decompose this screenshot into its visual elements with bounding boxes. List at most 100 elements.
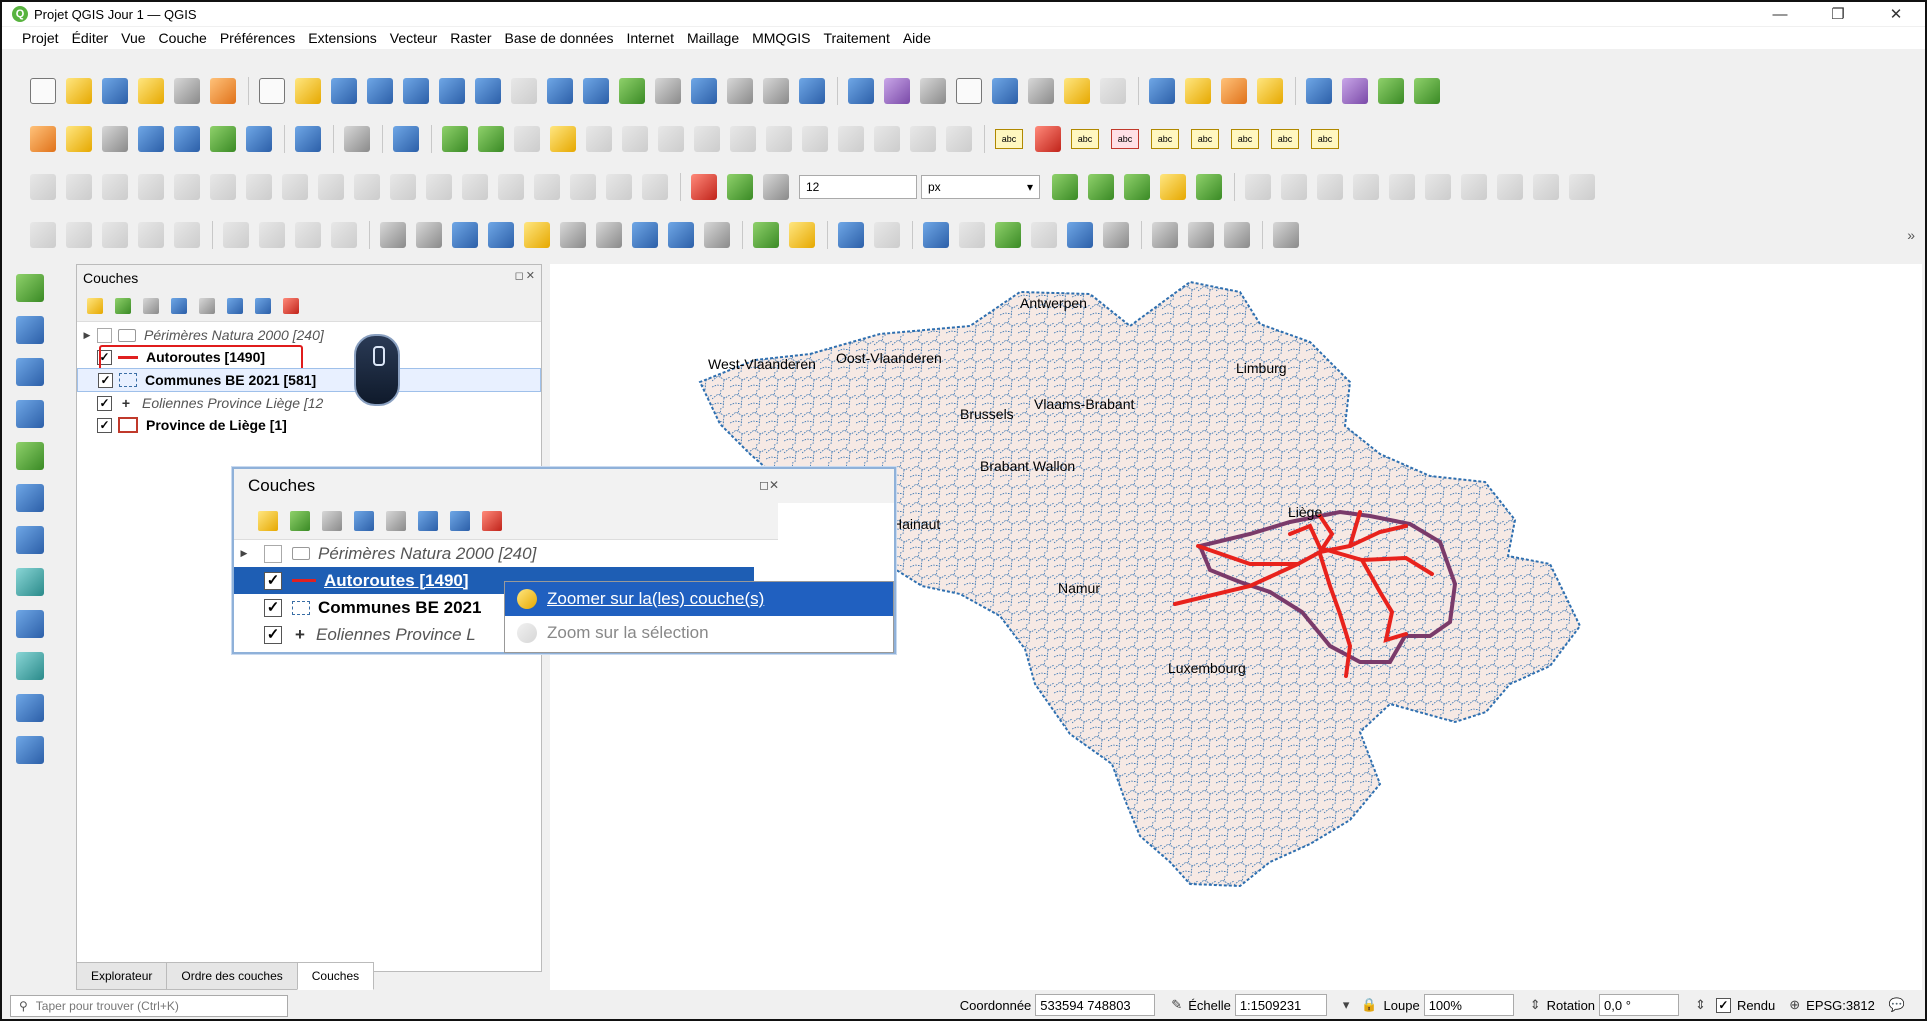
- layer-visibility-checkbox[interactable]: ✓: [97, 417, 112, 433]
- delete-ring-icon[interactable]: [246, 174, 272, 200]
- rotate-label-icon[interactable]: abc: [1271, 129, 1299, 149]
- messages-icon[interactable]: 💬: [1889, 997, 1905, 1013]
- crosshair-icon[interactable]: [874, 222, 900, 248]
- rotation-spinbox[interactable]: 0,0 °: [1599, 994, 1680, 1016]
- avoid-overlap-icon[interactable]: [1124, 174, 1150, 200]
- temporal-controller-icon[interactable]: [763, 78, 789, 104]
- open-layer-styling-icon[interactable]: [87, 298, 103, 314]
- mesh-icon[interactable]: [1461, 174, 1487, 200]
- redo-icon[interactable]: [946, 126, 972, 152]
- python-console-icon[interactable]: [1306, 78, 1332, 104]
- new-temporary-layer-icon[interactable]: [174, 126, 200, 152]
- screenshot-icon[interactable]: [1152, 222, 1178, 248]
- new-virtual-layer-icon[interactable]: [210, 126, 236, 152]
- add-part-icon[interactable]: [174, 174, 200, 200]
- ellipse-icon[interactable]: [1389, 174, 1415, 200]
- menu-vue[interactable]: Vue: [121, 30, 145, 46]
- advanced-digitizing-icon[interactable]: [30, 174, 56, 200]
- menu-item-zoom-to-layers[interactable]: Zoomer sur la(les) couche(s): [505, 582, 893, 616]
- close-button[interactable]: ✕: [1867, 2, 1925, 26]
- locator-search-input[interactable]: ⚲ Taper pour trouver (Ctrl+K): [10, 995, 288, 1017]
- label-tool-icon[interactable]: abc: [995, 129, 1023, 149]
- heatmap-icon[interactable]: [789, 222, 815, 248]
- html-annotation-icon[interactable]: [1569, 174, 1595, 200]
- simplify-feature-icon[interactable]: [102, 174, 128, 200]
- pan-hand-icon[interactable]: [259, 78, 285, 104]
- vertex-editor-icon[interactable]: [1497, 174, 1523, 200]
- save-project-icon[interactable]: [102, 78, 128, 104]
- panel-float-close-icon[interactable]: ◻✕: [515, 269, 537, 282]
- layer-row-communes[interactable]: ✓ Communes BE 2021 [581]: [77, 368, 541, 392]
- tab-explorateur[interactable]: Explorateur: [76, 962, 168, 990]
- vertex-tool-icon[interactable]: [694, 126, 720, 152]
- spinner-arrows-icon[interactable]: ⇕: [1695, 997, 1706, 1013]
- minimize-button[interactable]: —: [1751, 2, 1809, 26]
- layer-visibility-checkbox[interactable]: [97, 327, 112, 343]
- menu-internet[interactable]: Internet: [626, 30, 673, 46]
- digitize-shape-icon[interactable]: [658, 126, 684, 152]
- trim-extend-icon[interactable]: [642, 174, 668, 200]
- snapping-type-icon[interactable]: [763, 174, 789, 200]
- zoom-next-icon[interactable]: [583, 78, 609, 104]
- new-print-layout-icon[interactable]: [138, 78, 164, 104]
- add-marker-annotation-icon[interactable]: [524, 222, 550, 248]
- zoom-out-icon[interactable]: [367, 78, 393, 104]
- open-project-icon[interactable]: [66, 78, 92, 104]
- zoom-in-icon[interactable]: [331, 78, 357, 104]
- swap-arrows-icon[interactable]: [1224, 222, 1250, 248]
- open-field-calculator-icon[interactable]: [992, 78, 1018, 104]
- rotate-point-symbols-icon[interactable]: [534, 174, 560, 200]
- add-vector-layer-icon[interactable]: [246, 126, 272, 152]
- georeferencer-link-icon[interactable]: [1031, 222, 1057, 248]
- zoom-last-icon[interactable]: [547, 78, 573, 104]
- add-polygon-annotation-icon[interactable]: [452, 222, 478, 248]
- filter-legend-icon[interactable]: [171, 298, 187, 314]
- zoom-georeferencer-icon[interactable]: [753, 222, 779, 248]
- paste-features-icon[interactable]: [874, 126, 900, 152]
- new-3d-view-icon[interactable]: [655, 78, 681, 104]
- magnifier-spinbox[interactable]: 100%: [1423, 994, 1514, 1016]
- highlight-pinned-labels-icon[interactable]: abc: [1111, 129, 1139, 149]
- gps-icon[interactable]: [838, 222, 864, 248]
- layer-diagram-icon[interactable]: abc: [1071, 129, 1099, 149]
- new-project-icon[interactable]: [30, 78, 56, 104]
- add-group-icon[interactable]: [115, 298, 131, 314]
- snapping-unit-select[interactable]: px ▾: [921, 175, 1040, 199]
- svg-annotation-icon[interactable]: [704, 222, 730, 248]
- add-line-annotation-icon[interactable]: [488, 222, 514, 248]
- crs-value[interactable]: EPSG:3812: [1806, 998, 1875, 1013]
- merge-attributes-icon[interactable]: [498, 174, 524, 200]
- style-manager-icon[interactable]: [210, 78, 236, 104]
- qgis2web-icon[interactable]: [1378, 78, 1404, 104]
- map-tips-icon[interactable]: [1064, 78, 1090, 104]
- layout-manager-icon[interactable]: [174, 78, 200, 104]
- help-icon[interactable]: [393, 126, 419, 152]
- metasearch-icon[interactable]: [344, 126, 370, 152]
- layer-visibility-checkbox[interactable]: ✓: [98, 372, 113, 388]
- select-by-location-icon[interactable]: [1257, 78, 1283, 104]
- circle-icon[interactable]: [1317, 174, 1343, 200]
- move-label-icon[interactable]: abc: [1231, 129, 1259, 149]
- menu-preferences[interactable]: Préférences: [220, 30, 295, 46]
- add-wfs-layer-icon[interactable]: [16, 568, 44, 596]
- layer-row-province[interactable]: ✓ Province de Liège [1]: [77, 414, 541, 436]
- menu-base-de-donnees[interactable]: Base de données: [505, 30, 614, 46]
- add-raster-layer-icon[interactable]: [16, 316, 44, 344]
- new-spatialite-layer-icon[interactable]: [138, 126, 164, 152]
- offline-editing-icon[interactable]: [959, 222, 985, 248]
- restore-button[interactable]: ❐: [1809, 2, 1867, 26]
- select-features-icon[interactable]: [1100, 78, 1126, 104]
- filter-by-expression-icon[interactable]: [199, 298, 215, 314]
- coordinate-field[interactable]: 533594 748803: [1035, 994, 1156, 1016]
- wrench-icon[interactable]: [1103, 222, 1129, 248]
- picture-annotation-icon[interactable]: [668, 222, 694, 248]
- node-tool-icon[interactable]: [102, 222, 128, 248]
- bookmark-icon[interactable]: [691, 78, 717, 104]
- deselect-features-icon[interactable]: [1221, 78, 1247, 104]
- atlas-icon[interactable]: [331, 222, 357, 248]
- menu-raster[interactable]: Raster: [450, 30, 491, 46]
- measure-line-icon[interactable]: [1028, 78, 1054, 104]
- zoom-full-icon[interactable]: [403, 78, 429, 104]
- select-by-expression-icon[interactable]: [1185, 78, 1211, 104]
- processing-toolbox-icon[interactable]: [920, 78, 946, 104]
